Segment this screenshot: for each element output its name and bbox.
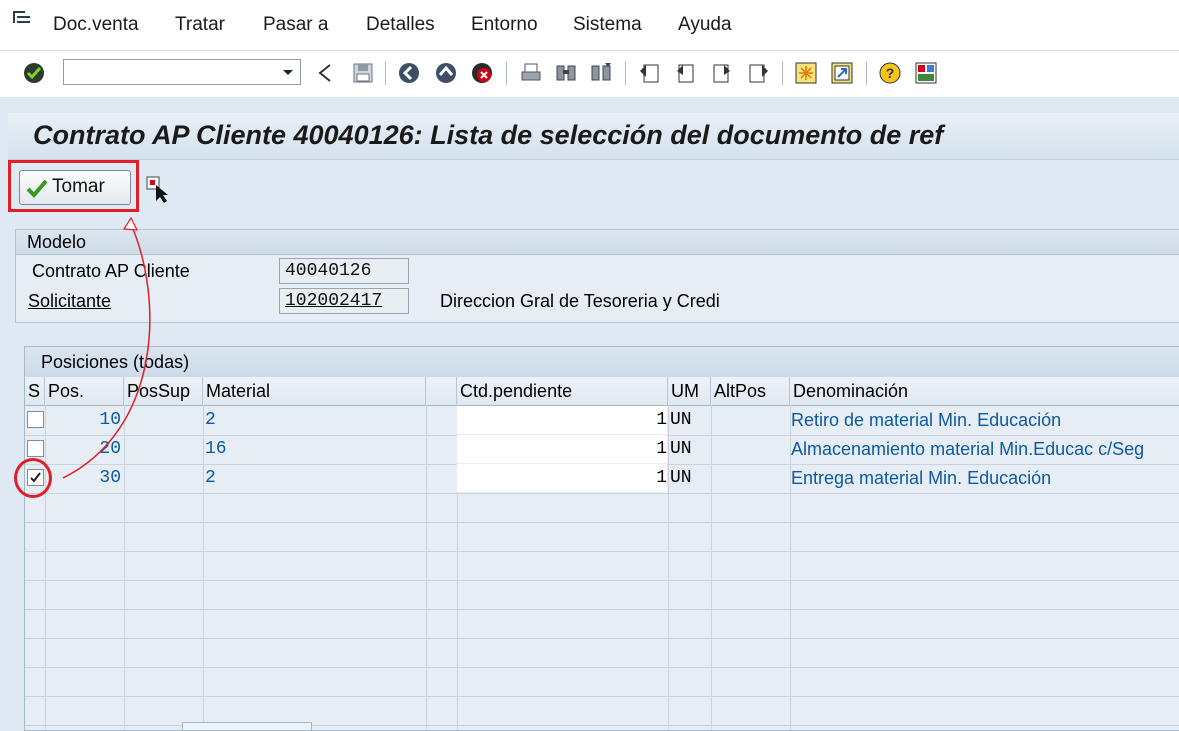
next-page-icon[interactable] bbox=[710, 61, 734, 85]
application-toolbar: Tomar bbox=[8, 160, 1179, 216]
column-header-material[interactable]: Material bbox=[203, 377, 426, 405]
column-header-altpos[interactable]: AltPos bbox=[711, 377, 790, 405]
menu-bar: Doc.venta Tratar Pasar a Detalles Entorn… bbox=[0, 0, 1179, 51]
menu-detalles[interactable]: Detalles bbox=[366, 13, 435, 37]
previous-page-icon[interactable] bbox=[673, 61, 697, 85]
cell-pos: 30 bbox=[99, 468, 121, 488]
solicitante-name: Direccion Gral de Tesoreria y Credi bbox=[440, 291, 720, 311]
table-row-empty bbox=[25, 638, 1179, 668]
tomar-button[interactable]: Tomar bbox=[19, 170, 131, 205]
table-row[interactable]: 10 2 1 UN Retiro de material Min. Educac… bbox=[25, 406, 1179, 436]
select-block-icon[interactable] bbox=[145, 175, 173, 203]
row-select-checkbox[interactable] bbox=[27, 469, 44, 486]
toolbar-separator bbox=[866, 61, 867, 85]
cell-ctd-pendiente[interactable]: 1 bbox=[457, 406, 667, 434]
help-icon[interactable]: ? bbox=[878, 61, 902, 85]
solicitante-field[interactable]: 102002417 bbox=[279, 288, 409, 314]
tomar-button-label: Tomar bbox=[52, 176, 105, 197]
cell-um: UN bbox=[670, 439, 692, 459]
back-icon[interactable] bbox=[313, 61, 337, 85]
modelo-group: Modelo Contrato AP Cliente 40040126 Soli… bbox=[15, 229, 1179, 323]
menu-ayuda[interactable]: Ayuda bbox=[678, 13, 732, 37]
system-toolbar: ? bbox=[0, 51, 1179, 97]
find-icon[interactable] bbox=[554, 61, 578, 85]
table-row-empty bbox=[25, 493, 1179, 523]
table-row[interactable]: 30 2 1 UN Entrega material Min. Educació… bbox=[25, 464, 1179, 494]
page-title: Contrato AP Cliente 40040126: Lista de s… bbox=[33, 120, 944, 150]
table-row-empty bbox=[25, 609, 1179, 639]
shortcut-icon[interactable] bbox=[830, 61, 854, 85]
save-icon[interactable] bbox=[351, 61, 375, 85]
column-header-pos[interactable]: Pos. bbox=[45, 377, 124, 405]
command-dropdown-icon[interactable] bbox=[280, 64, 296, 80]
enter-icon[interactable] bbox=[22, 61, 46, 85]
print-icon[interactable] bbox=[519, 61, 543, 85]
new-session-icon[interactable] bbox=[794, 61, 818, 85]
menu-tratar[interactable]: Tratar bbox=[175, 13, 225, 37]
contrato-field[interactable]: 40040126 bbox=[279, 258, 409, 284]
command-field-wrapper bbox=[63, 59, 301, 85]
menu-entorno[interactable]: Entorno bbox=[471, 13, 538, 37]
row-select-checkbox[interactable] bbox=[27, 440, 44, 457]
cell-um: UN bbox=[670, 468, 692, 488]
table-header: S Pos. PosSup Material Ctd.pendiente UM … bbox=[25, 377, 1179, 406]
customize-layout-icon[interactable] bbox=[914, 61, 938, 85]
row-select-checkbox[interactable] bbox=[27, 411, 44, 428]
toolbar-separator bbox=[385, 61, 386, 85]
cell-denominacion: Almacenamiento material Min.Educac c/Seg bbox=[791, 439, 1145, 459]
menu-doc-venta[interactable]: Doc.venta bbox=[53, 13, 139, 37]
toolbar-separator bbox=[782, 61, 783, 85]
cell-material: 2 bbox=[205, 468, 216, 488]
table-row-empty bbox=[25, 551, 1179, 581]
column-header-denominacion[interactable]: Denominación bbox=[790, 377, 1179, 405]
table-row[interactable]: 20 16 1 UN Almacenamiento material Min.E… bbox=[25, 435, 1179, 465]
toolbar-separator bbox=[625, 61, 626, 85]
column-header-um[interactable]: UM bbox=[668, 377, 711, 405]
column-header-blank bbox=[426, 377, 457, 405]
cell-material: 16 bbox=[205, 439, 227, 459]
solicitante-label[interactable]: Solicitante bbox=[28, 291, 111, 312]
checkmark-icon bbox=[26, 179, 48, 198]
table-row-empty bbox=[25, 580, 1179, 610]
table-row-empty bbox=[25, 522, 1179, 552]
column-header-ctd-pendiente[interactable]: Ctd.pendiente bbox=[457, 377, 668, 405]
first-page-icon[interactable] bbox=[638, 61, 662, 85]
column-header-s[interactable]: S bbox=[25, 377, 45, 405]
cell-denominacion: Entrega material Min. Educación bbox=[791, 468, 1052, 488]
cell-pos: 10 bbox=[99, 410, 121, 430]
last-page-icon[interactable] bbox=[746, 61, 770, 85]
cell-ctd-pendiente[interactable]: 1 bbox=[457, 464, 667, 492]
exit-icon[interactable] bbox=[434, 61, 458, 85]
modelo-group-title: Modelo bbox=[16, 230, 1179, 255]
svg-text:?: ? bbox=[886, 65, 895, 81]
cell-denominacion: Retiro de material Min. Educación bbox=[791, 410, 1062, 430]
find-next-icon[interactable] bbox=[589, 61, 613, 85]
menu-icon[interactable] bbox=[12, 10, 34, 28]
command-input[interactable] bbox=[66, 62, 275, 84]
positions-table-title: Posiciones (todas) bbox=[25, 347, 1179, 378]
toolbar-separator bbox=[506, 61, 507, 85]
back-circle-icon[interactable] bbox=[397, 61, 421, 85]
cancel-icon[interactable] bbox=[470, 61, 494, 85]
table-row-empty bbox=[25, 667, 1179, 697]
cell-pos: 20 bbox=[99, 439, 121, 459]
title-bar: Contrato AP Cliente 40040126: Lista de s… bbox=[8, 113, 1179, 160]
menu-pasar-a[interactable]: Pasar a bbox=[263, 13, 328, 37]
column-header-possup[interactable]: PosSup bbox=[124, 377, 203, 405]
contrato-label: Contrato AP Cliente bbox=[32, 261, 190, 281]
menu-sistema[interactable]: Sistema bbox=[573, 13, 642, 37]
checkmark-icon bbox=[30, 472, 41, 483]
cell-material: 2 bbox=[205, 410, 216, 430]
cell-ctd-pendiente[interactable]: 1 bbox=[457, 435, 667, 463]
cell-um: UN bbox=[670, 410, 692, 430]
positions-table: Posiciones (todas) S Pos. PosSup Materia… bbox=[24, 346, 1179, 731]
